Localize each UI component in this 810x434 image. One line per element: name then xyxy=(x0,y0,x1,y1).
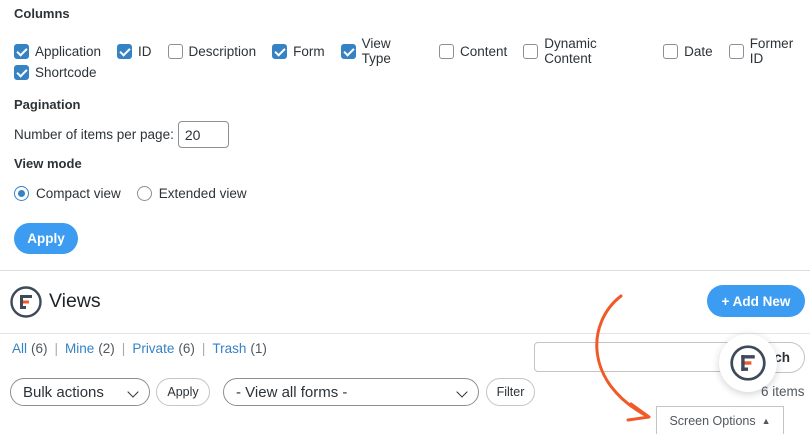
annotation-arrow-icon xyxy=(595,294,651,422)
column-toggle-view-type[interactable]: View Type xyxy=(340,36,423,66)
formidable-logo-icon xyxy=(10,286,42,318)
triangle-up-icon: ▲ xyxy=(761,415,771,426)
column-toggle-description[interactable]: Description xyxy=(167,43,256,59)
column-toggle-shortcode[interactable]: Shortcode xyxy=(14,65,97,80)
items-count: 6 items xyxy=(761,384,805,399)
divider xyxy=(0,270,810,271)
radio[interactable] xyxy=(14,186,29,201)
filter-trash-count: (1) xyxy=(250,341,267,356)
checkbox[interactable] xyxy=(167,43,183,59)
filter-mine-count: (2) xyxy=(98,341,115,356)
filter-trash-link[interactable]: Trash xyxy=(212,341,246,356)
items-per-page-input[interactable] xyxy=(177,121,229,148)
column-toggle-dynamic-content[interactable]: Dynamic Content xyxy=(523,36,647,66)
items-per-page: Number of items per page: xyxy=(14,121,229,148)
checkbox[interactable] xyxy=(728,43,744,59)
filter-separator: | xyxy=(54,341,59,356)
columns-row-2: Shortcode xyxy=(14,65,113,80)
checkbox[interactable] xyxy=(117,43,133,59)
apply-screen-options-button[interactable]: Apply xyxy=(14,223,78,254)
view-mode-options: Compact view Extended view xyxy=(14,186,263,201)
column-toggle-date[interactable]: Date xyxy=(663,43,713,59)
view-mode-title: View mode xyxy=(14,156,82,171)
column-toggle-id[interactable]: ID xyxy=(117,43,152,59)
filter-all-link[interactable]: All xyxy=(12,341,27,356)
checkbox[interactable] xyxy=(340,43,356,59)
checkbox[interactable] xyxy=(663,43,679,59)
forms-filter-select[interactable]: - View all forms - xyxy=(223,378,479,406)
radio[interactable] xyxy=(136,186,152,201)
columns-title: Columns xyxy=(14,6,70,21)
checkbox[interactable] xyxy=(14,43,29,59)
chevron-down-icon xyxy=(127,386,139,398)
checkbox[interactable] xyxy=(272,43,288,59)
filter-separator: | xyxy=(121,341,126,356)
view-mode-extended[interactable]: Extended view xyxy=(136,186,247,201)
page-title: Views xyxy=(49,290,101,312)
chevron-down-icon xyxy=(456,386,468,398)
filter-private-count: (6) xyxy=(178,341,195,356)
checkbox[interactable] xyxy=(14,65,29,80)
screen-options-panel: Columns Application ID Description Form … xyxy=(0,0,810,270)
view-mode-compact[interactable]: Compact view xyxy=(14,186,121,201)
column-toggle-form[interactable]: Form xyxy=(272,43,325,59)
column-toggle-content[interactable]: Content xyxy=(438,43,507,59)
bulk-actions-select[interactable]: Bulk actions xyxy=(10,378,150,406)
status-filters: All (6) | Mine (2) | Private (6) | Trash… xyxy=(12,341,267,356)
add-new-button[interactable]: + Add New xyxy=(707,285,805,317)
filter-separator: | xyxy=(201,341,206,356)
filter-private-link[interactable]: Private xyxy=(132,341,174,356)
filter-all-count: (6) xyxy=(31,341,48,356)
filter-button[interactable]: Filter xyxy=(486,378,535,406)
columns-row-1: Application ID Description Form View Typ… xyxy=(14,36,810,66)
column-toggle-application[interactable]: Application xyxy=(14,43,101,59)
divider xyxy=(0,333,810,334)
formidable-logo-icon xyxy=(730,345,766,381)
filter-mine-link[interactable]: Mine xyxy=(65,341,94,356)
bulk-apply-button[interactable]: Apply xyxy=(156,378,210,406)
checkbox[interactable] xyxy=(438,43,454,59)
pagination-title: Pagination xyxy=(14,97,81,112)
items-per-page-label: Number of items per page: xyxy=(14,127,174,142)
column-toggle-former-id[interactable]: Former ID xyxy=(728,36,810,66)
checkbox[interactable] xyxy=(523,43,539,59)
screen-options-toggle[interactable]: Screen Options ▲ xyxy=(656,406,784,434)
